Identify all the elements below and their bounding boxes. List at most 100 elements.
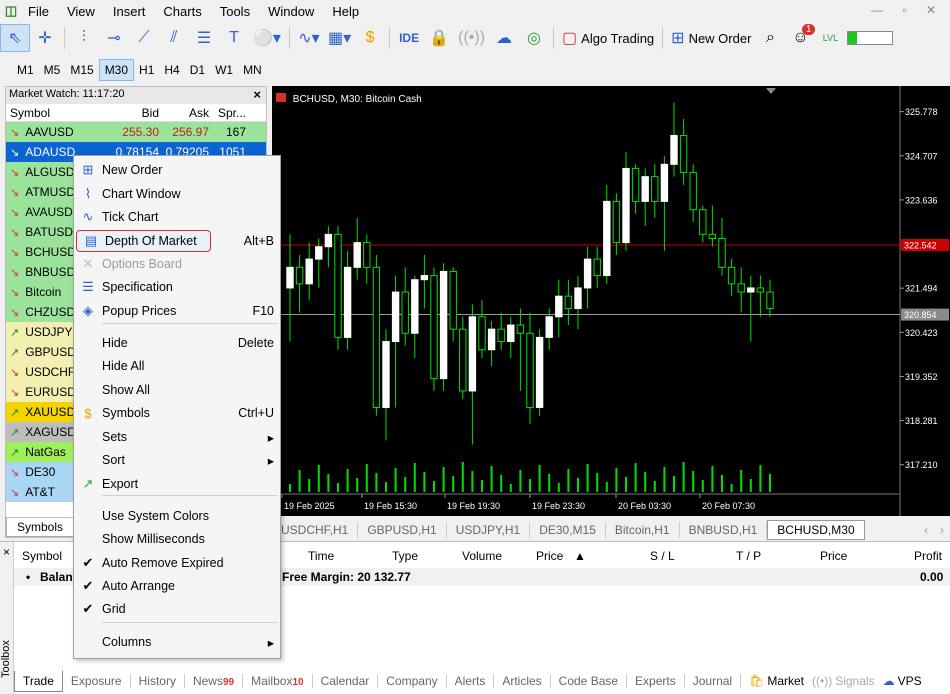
- algo-trading-button[interactable]: ▢ Algo Trading: [558, 24, 658, 52]
- menu-item-specification[interactable]: ☰ Specification: [74, 276, 280, 298]
- toolbox-tab-calendar[interactable]: Calendar: [313, 674, 379, 688]
- menu-help[interactable]: Help: [326, 4, 371, 19]
- vertical-line-icon[interactable]: ⫶: [69, 24, 99, 52]
- menu-item-grid[interactable]: ✔ Grid: [74, 598, 280, 620]
- chart-tab[interactable]: USDJPY,H1: [447, 522, 531, 538]
- dollar-icon[interactable]: $: [355, 24, 385, 52]
- cloud-icon[interactable]: ☁: [489, 24, 519, 52]
- timeframe-h1[interactable]: H1: [134, 60, 159, 80]
- templates-icon[interactable]: ▦▾: [324, 24, 355, 52]
- column-price[interactable]: Price: [536, 549, 563, 563]
- toolbox-tab-company[interactable]: Company: [378, 674, 447, 688]
- timeframe-m15[interactable]: M15: [65, 60, 98, 80]
- menu-item-export[interactable]: ↗ Export: [74, 473, 280, 495]
- toolbox-tab-exposure[interactable]: Exposure: [63, 674, 131, 688]
- crosshair-tool-icon[interactable]: ✛: [30, 24, 60, 52]
- toolbox-tab-journal[interactable]: Journal: [685, 674, 742, 688]
- menu-item-columns[interactable]: Columns ▸: [74, 631, 280, 653]
- column-profit[interactable]: Profit: [914, 549, 942, 563]
- timeframe-mn[interactable]: MN: [238, 60, 267, 80]
- column-time[interactable]: Time: [308, 549, 334, 563]
- menu-item-hide[interactable]: Hide Delete: [74, 332, 280, 354]
- menu-item-depth-of-market[interactable]: ▤ Depth Of Market Alt+B: [76, 230, 274, 252]
- chart-tab[interactable]: DE30,M15: [530, 522, 606, 538]
- menu-insert[interactable]: Insert: [107, 4, 158, 19]
- column-bid[interactable]: Bid: [101, 106, 159, 120]
- menu-charts[interactable]: Charts: [157, 4, 213, 19]
- menu-item-chart-window[interactable]: ⌇ Chart Window: [74, 183, 280, 205]
- new-order-button[interactable]: ⊞ New Order: [667, 24, 755, 52]
- shapes-icon[interactable]: ⚪▾: [249, 24, 285, 52]
- fibonacci-icon[interactable]: ☰: [189, 24, 219, 52]
- notifications-icon[interactable]: ☺ 1: [785, 24, 816, 52]
- scroll-right-icon[interactable]: ›: [934, 523, 950, 537]
- timeframe-w1[interactable]: W1: [210, 60, 238, 80]
- toolbox-tab-history[interactable]: History: [131, 674, 185, 688]
- menu-item-show-all[interactable]: Show All: [74, 379, 280, 401]
- column-tp[interactable]: T / P: [736, 549, 761, 563]
- menu-item-auto-remove-expired[interactable]: ✔ Auto Remove Expired: [74, 552, 280, 574]
- chart-tab[interactable]: GBPUSD,H1: [358, 522, 447, 538]
- network-icon[interactable]: ◎: [519, 24, 549, 52]
- chart-tab[interactable]: USDCHF,H1: [272, 522, 359, 538]
- column-symbol[interactable]: Symbol: [6, 106, 101, 120]
- timeframe-h4[interactable]: H4: [159, 60, 184, 80]
- close-icon[interactable]: ×: [253, 87, 261, 102]
- toolbox-tab-articles[interactable]: Articles: [494, 674, 551, 688]
- column-symbol[interactable]: Symbol: [22, 549, 62, 563]
- menu-item-show-milliseconds[interactable]: Show Milliseconds: [74, 528, 280, 550]
- search-icon[interactable]: ⌕: [755, 24, 785, 52]
- column-sl[interactable]: S / L: [650, 549, 675, 563]
- menu-item-sets[interactable]: Sets ▸: [74, 426, 280, 448]
- timeframe-d1[interactable]: D1: [185, 60, 210, 80]
- menu-file[interactable]: File: [22, 4, 61, 19]
- horizontal-line-icon[interactable]: ⊸: [99, 24, 129, 52]
- toolbox-tab-trade[interactable]: Trade: [14, 670, 63, 692]
- column-price-current[interactable]: Price: [820, 549, 847, 563]
- scroll-left-icon[interactable]: ‹: [918, 523, 934, 537]
- vps-button[interactable]: ☁ VPS: [883, 674, 922, 688]
- signals-icon[interactable]: ((•)): [454, 24, 489, 52]
- ide-button[interactable]: IDE: [394, 24, 424, 52]
- menu-item-hide-all[interactable]: Hide All: [74, 355, 280, 377]
- market-button[interactable]: 🛍 Market: [749, 674, 804, 688]
- toolbox-tab-experts[interactable]: Experts: [627, 674, 685, 688]
- chart-tab[interactable]: BNBUSD,H1: [680, 522, 768, 538]
- toolbox-tab-news[interactable]: News99: [185, 674, 244, 688]
- column-volume[interactable]: Volume: [462, 549, 502, 563]
- close-icon[interactable]: ×: [0, 545, 13, 559]
- menu-item-tick-chart[interactable]: ∿ Tick Chart: [74, 206, 280, 228]
- chart-tab[interactable]: Bitcoin,H1: [606, 522, 680, 538]
- menu-item-new-order[interactable]: ⊞ New Order: [74, 159, 280, 181]
- menu-item-symbols[interactable]: $ Symbols Ctrl+U: [74, 402, 280, 424]
- lock-icon[interactable]: 🔒: [424, 24, 454, 52]
- trendline-icon[interactable]: ⟋: [129, 24, 159, 52]
- chart-tab-active[interactable]: BCHUSD,M30: [767, 520, 865, 540]
- level-icon[interactable]: LVL: [815, 24, 845, 52]
- menu-item-sort[interactable]: Sort ▸: [74, 449, 280, 471]
- menu-window[interactable]: Window: [262, 4, 326, 19]
- timeframe-m30[interactable]: M30: [98, 59, 135, 81]
- window-controls[interactable]: — ▫ ✕: [871, 3, 944, 17]
- menu-item-popup-prices[interactable]: ◈ Popup Prices F10: [74, 300, 280, 322]
- menu-item-use-system-colors[interactable]: Use System Colors: [74, 505, 280, 527]
- menu-tools[interactable]: Tools: [214, 4, 262, 19]
- column-type[interactable]: Type: [392, 549, 418, 563]
- menu-view[interactable]: View: [61, 4, 107, 19]
- signals-button[interactable]: ((•)) Signals: [812, 674, 875, 688]
- toolbox-tab-mailbox[interactable]: Mailbox10: [243, 674, 313, 688]
- text-tool-icon[interactable]: T: [219, 24, 249, 52]
- timeframe-m5[interactable]: M5: [39, 60, 66, 80]
- menu-item-auto-arrange[interactable]: ✔ Auto Arrange: [74, 575, 280, 597]
- market-watch-row[interactable]: ↘ AAVUSD 255.30 256.97 167: [6, 122, 266, 142]
- channel-icon[interactable]: ⫽: [159, 24, 189, 52]
- toolbox-tab-alerts[interactable]: Alerts: [447, 674, 495, 688]
- tab-symbols[interactable]: Symbols: [6, 518, 75, 537]
- toolbox-tab-code-base[interactable]: Code Base: [551, 674, 628, 688]
- chart-type-icon[interactable]: ∿▾: [294, 24, 324, 52]
- column-spread[interactable]: Spr...: [209, 106, 249, 120]
- chart-window[interactable]: 325.778 324.707 323.636 321.494 320.423 319.3…: [272, 86, 950, 516]
- column-ask[interactable]: Ask: [159, 106, 209, 120]
- timeframe-m1[interactable]: M1: [12, 60, 39, 80]
- cursor-tool-icon[interactable]: ⇖: [0, 24, 30, 52]
